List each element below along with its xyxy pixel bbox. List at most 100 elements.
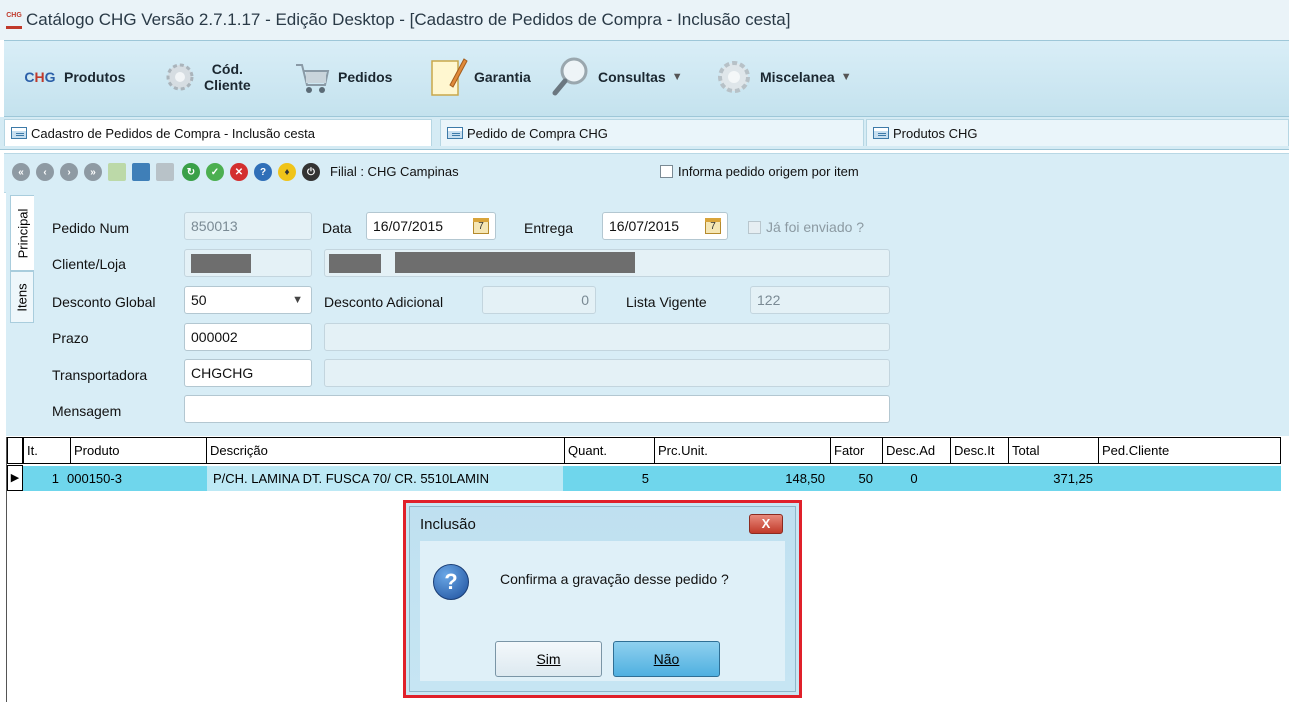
tab-produtos-chg[interactable]: Produtos CHG xyxy=(866,119,1289,146)
grid-icon[interactable] xyxy=(108,163,126,181)
prev-record-icon[interactable]: ‹ xyxy=(36,163,54,181)
cell-it[interactable]: 1 xyxy=(23,466,63,491)
notepad-pencil-icon xyxy=(428,55,468,99)
ribbon-miscelanea-button[interactable]: Miscelanea ▼ xyxy=(710,51,852,103)
cell-fator[interactable]: 50 xyxy=(831,466,877,491)
sim-button[interactable]: Sim xyxy=(495,641,602,677)
ribbon-cliente-label: Cliente xyxy=(204,77,251,93)
cell-prc-unit[interactable]: 148,50 xyxy=(655,466,829,491)
lista-vigente-field: 122 xyxy=(750,286,890,314)
data-label: Data xyxy=(322,220,352,236)
transportadora-field[interactable]: CHGCHG xyxy=(184,359,312,387)
record-toolbar: « ‹ › » ↻ ✓ ✕ ? ♦ ⏻ Filial : CHG Campina… xyxy=(4,153,1289,193)
cell-ped-cliente[interactable] xyxy=(1099,466,1279,491)
document-tabs: Cadastro de Pedidos de Compra - Inclusão… xyxy=(0,117,1289,150)
confirm-icon[interactable]: ✓ xyxy=(206,163,224,181)
column-header-produto[interactable]: Produto xyxy=(71,437,207,464)
help-icon[interactable]: ? xyxy=(254,163,272,181)
report-icon[interactable] xyxy=(132,163,150,181)
column-header-quant[interactable]: Quant. xyxy=(565,437,655,464)
data-value: 16/07/2015 xyxy=(373,218,444,234)
ribbon-cod-label: Cód. xyxy=(211,61,243,77)
cliente-loja-label: Cliente/Loja xyxy=(52,256,126,272)
filial-label: Filial : CHG Campinas xyxy=(330,164,459,179)
ribbon-menu: CHG Produtos Cód. Cliente Pedidos Garant… xyxy=(4,40,1289,117)
cell-total[interactable]: 371,25 xyxy=(1009,466,1097,491)
column-header-fator[interactable]: Fator xyxy=(831,437,883,464)
desconto-adicional-field: 0 xyxy=(482,286,596,314)
ribbon-garantia-button[interactable]: Garantia xyxy=(428,51,531,103)
tab-label: Pedido de Compra CHG xyxy=(467,125,608,141)
chevron-down-icon: ▼ xyxy=(292,294,303,306)
question-icon: ? xyxy=(433,564,469,600)
dialog-frame: Inclusão X ? Confirma a gravação desse p… xyxy=(409,506,796,692)
prazo-description-field xyxy=(324,323,890,351)
cell-desc-it[interactable] xyxy=(951,466,1009,491)
title-bar: CHG Catálogo CHG Versão 2.7.1.17 - Ediçã… xyxy=(0,0,1289,40)
column-header-it[interactable]: It. xyxy=(23,437,71,464)
column-header-total[interactable]: Total xyxy=(1009,437,1099,464)
last-record-icon[interactable]: » xyxy=(84,163,102,181)
next-record-icon[interactable]: › xyxy=(60,163,78,181)
desconto-adicional-label: Desconto Adicional xyxy=(324,294,444,310)
pedido-num-field: 850013 xyxy=(184,212,312,240)
prazo-field[interactable]: 000002 xyxy=(184,323,312,351)
tab-itens[interactable]: Itens xyxy=(10,271,34,323)
side-tabs: Principal Itens xyxy=(6,191,36,436)
informa-origem-option[interactable]: Informa pedido origem por item xyxy=(660,164,859,179)
ribbon-cod-cliente-button[interactable]: Cód. Cliente xyxy=(162,51,251,103)
ribbon-consultas-button[interactable]: Consultas ▼ xyxy=(552,51,683,103)
chevron-down-icon: ▼ xyxy=(840,71,852,83)
calculator-icon[interactable] xyxy=(156,163,174,181)
row-indicator-arrow: ▶ xyxy=(7,465,23,491)
desconto-global-value: 50 xyxy=(191,292,207,308)
lightbulb-icon[interactable]: ♦ xyxy=(278,163,296,181)
refresh-icon[interactable]: ↻ xyxy=(182,163,200,181)
app-logo: CHG xyxy=(6,12,22,29)
column-header-descricao[interactable]: Descrição xyxy=(207,437,565,464)
dialog-message: Confirma a gravação desse pedido ? xyxy=(500,571,729,587)
informa-origem-checkbox[interactable] xyxy=(660,165,673,178)
ribbon-produtos-button[interactable]: CHG Produtos xyxy=(22,51,125,103)
ribbon-produtos-label: Produtos xyxy=(64,69,126,85)
mensagem-field[interactable] xyxy=(184,395,890,423)
cell-quant[interactable]: 5 xyxy=(565,466,653,491)
ribbon-consultas-label: Consultas xyxy=(598,69,666,85)
nao-button[interactable]: Não xyxy=(613,641,720,677)
close-icon[interactable]: X xyxy=(749,514,783,534)
data-field[interactable]: 16/07/2015 7 xyxy=(366,212,496,240)
column-header-desc-ad[interactable]: Desc.Ad xyxy=(883,437,951,464)
ja-enviado-label: Já foi enviado ? xyxy=(766,219,865,235)
cancel-icon[interactable]: ✕ xyxy=(230,163,248,181)
cliente-name-field xyxy=(324,249,890,277)
desconto-global-select[interactable]: 50 ▼ xyxy=(184,286,312,314)
redacted-block xyxy=(395,252,635,273)
ribbon-pedidos-button[interactable]: Pedidos xyxy=(292,51,392,103)
shopping-cart-icon xyxy=(292,57,332,97)
tab-pedido-compra-chg[interactable]: Pedido de Compra CHG xyxy=(440,119,864,146)
pedido-num-label: Pedido Num xyxy=(52,220,130,236)
ja-enviado-checkbox xyxy=(748,220,761,234)
dialog-title: Inclusão xyxy=(420,516,476,533)
cell-desc-ad[interactable]: 0 xyxy=(883,466,945,491)
tab-label: Cadastro de Pedidos de Compra - Inclusão… xyxy=(31,125,315,141)
row-indicator-header xyxy=(7,437,23,464)
mensagem-label: Mensagem xyxy=(52,403,122,419)
tab-cadastro-pedidos[interactable]: Cadastro de Pedidos de Compra - Inclusão… xyxy=(4,119,432,146)
chevron-down-icon: ▼ xyxy=(671,71,683,83)
cell-descricao[interactable]: P/CH. LAMINA DT. FUSCA 70/ CR. 5510LAMIN xyxy=(207,466,563,491)
calendar-icon[interactable]: 7 xyxy=(473,218,489,234)
entrega-field[interactable]: 16/07/2015 7 xyxy=(602,212,728,240)
tab-principal[interactable]: Principal xyxy=(10,195,34,271)
column-header-desc-it[interactable]: Desc.It xyxy=(951,437,1009,464)
cell-produto[interactable]: 000150-3 xyxy=(65,466,205,491)
power-icon[interactable]: ⏻ xyxy=(302,163,320,181)
form-icon xyxy=(873,127,889,139)
prazo-label: Prazo xyxy=(52,330,89,346)
column-header-prc-unit[interactable]: Prc.Unit. xyxy=(655,437,831,464)
desconto-global-label: Desconto Global xyxy=(52,294,156,310)
calendar-icon[interactable]: 7 xyxy=(705,218,721,234)
first-record-icon[interactable]: « xyxy=(12,163,30,181)
column-header-ped-cliente[interactable]: Ped.Cliente xyxy=(1099,437,1281,464)
form-icon xyxy=(447,127,463,139)
